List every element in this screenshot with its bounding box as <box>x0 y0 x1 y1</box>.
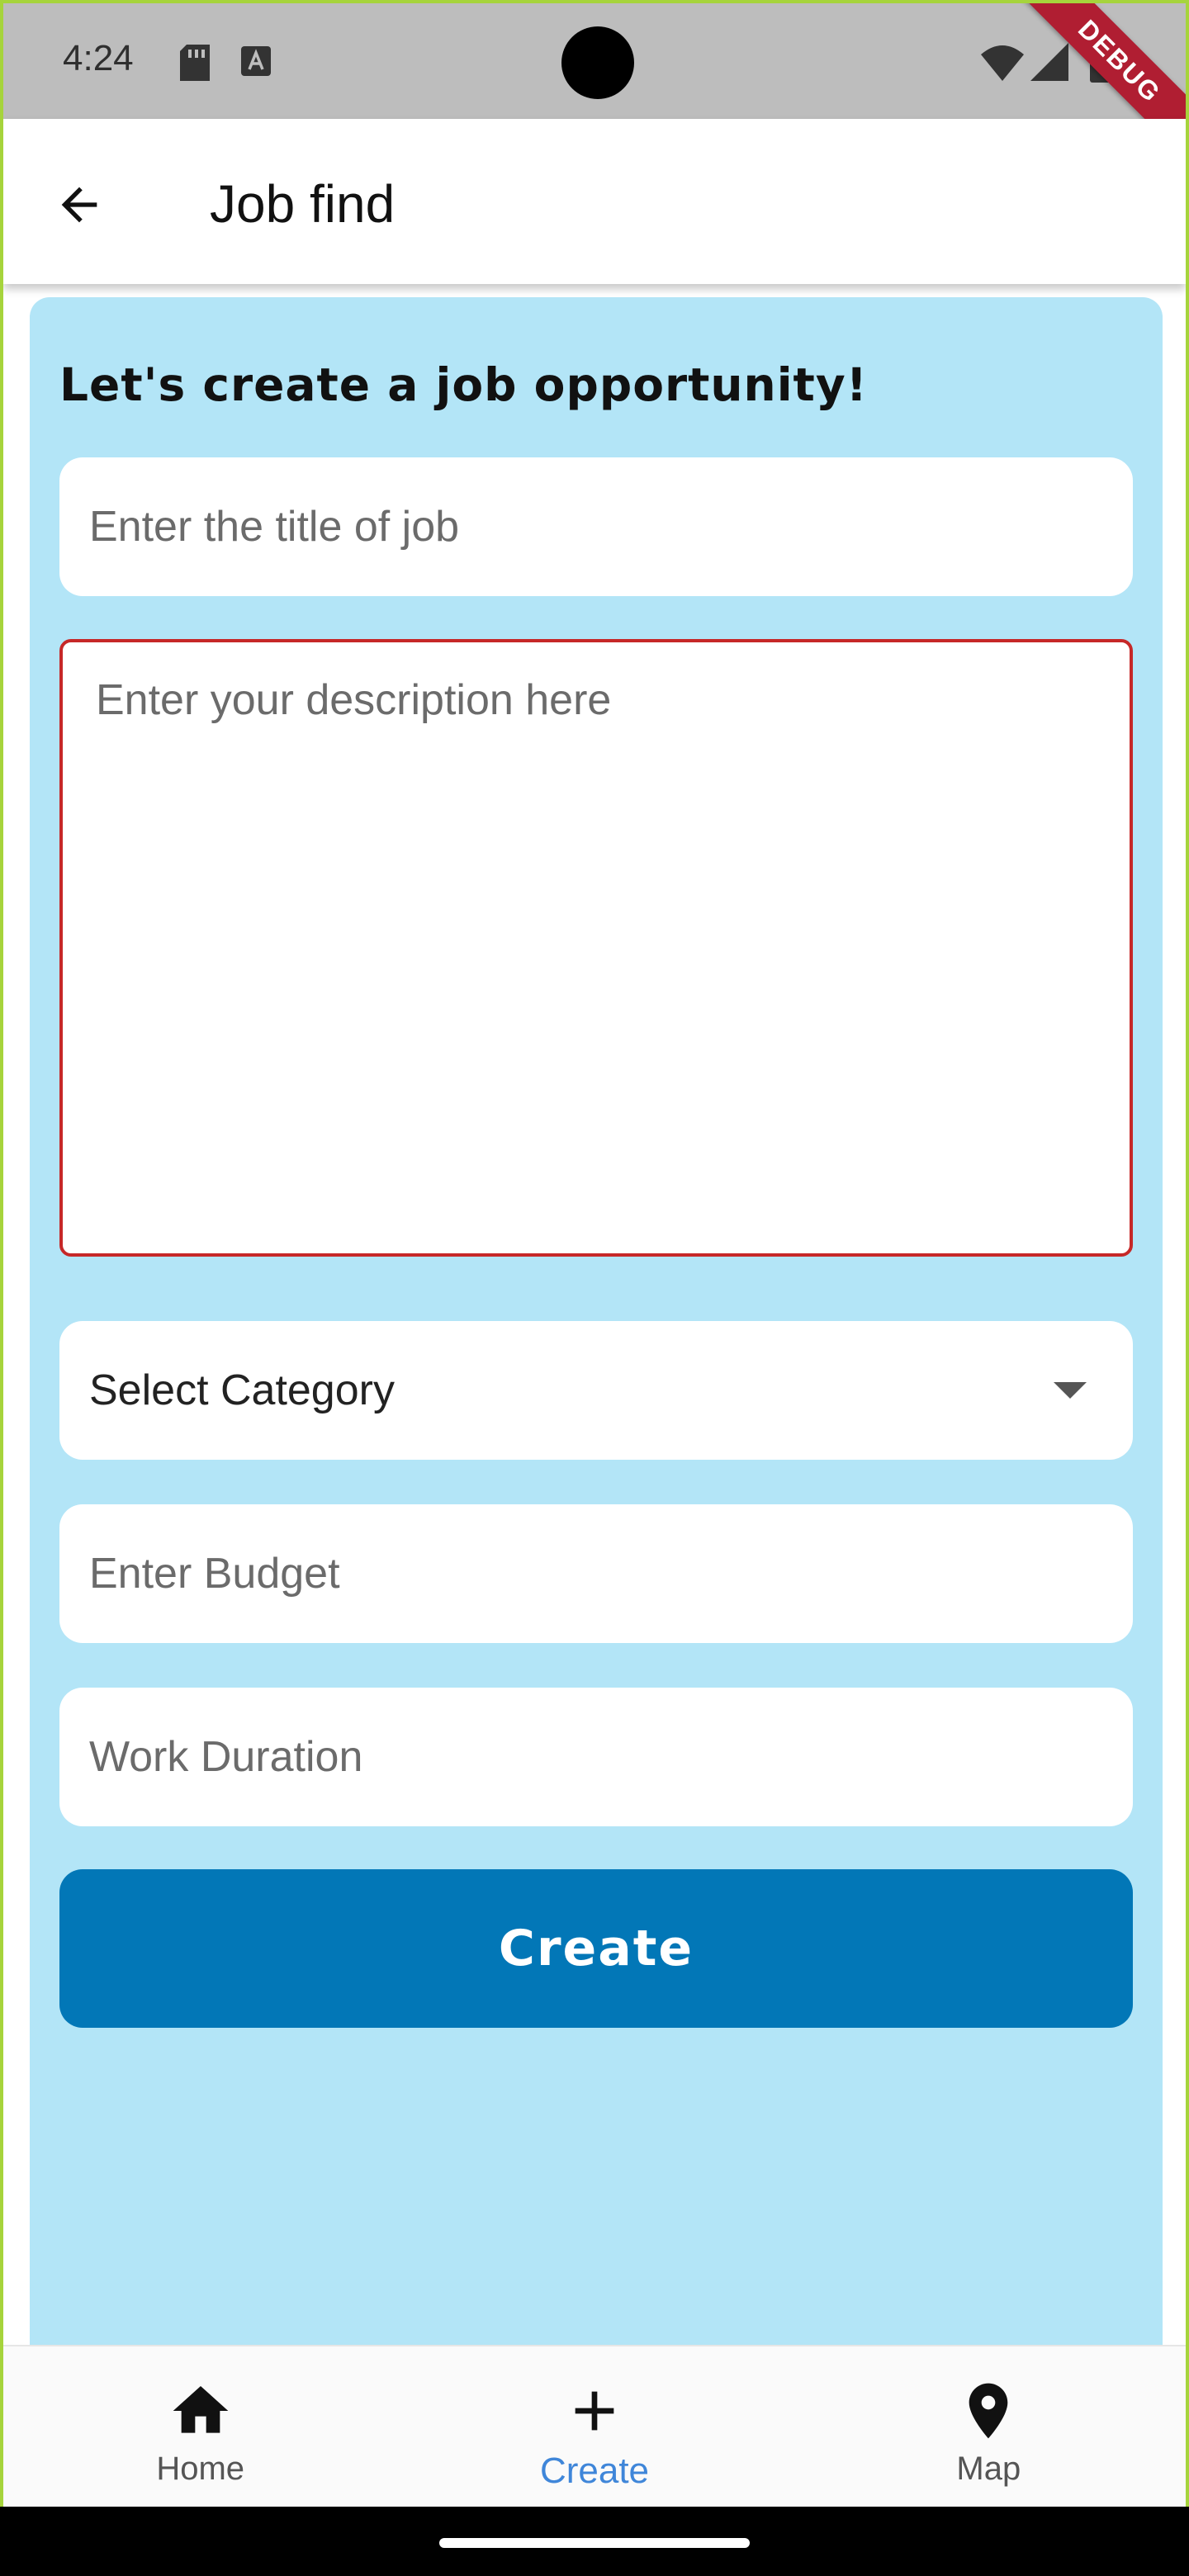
category-selected-value: Select Category <box>89 1366 395 1414</box>
nav-item-map[interactable]: Map <box>792 2346 1186 2507</box>
nav-label-home: Home <box>156 2451 245 2487</box>
status-time: 4:24 <box>63 38 134 78</box>
device-frame: 4:24 DEBUG Job find Let's create a job o… <box>0 0 1189 2507</box>
category-dropdown[interactable]: Select Category <box>59 1321 1133 1460</box>
nav-label-create: Create <box>539 2451 650 2491</box>
nav-item-home[interactable]: Home <box>3 2346 397 2507</box>
nav-item-create[interactable]: Create <box>397 2346 791 2507</box>
back-button[interactable] <box>40 165 119 244</box>
create-job-form: Let's create a job opportunity! Select C… <box>30 297 1163 2378</box>
bottom-navigation: Home Create Map <box>3 2345 1186 2507</box>
nav-label-map: Map <box>956 2451 1021 2487</box>
text-a-icon <box>241 46 271 80</box>
form-heading: Let's create a job opportunity! <box>59 358 868 411</box>
home-icon <box>173 2386 228 2433</box>
budget-input[interactable] <box>59 1504 1133 1643</box>
arrow-back-icon <box>61 187 97 223</box>
create-button[interactable]: Create <box>59 1869 1133 2028</box>
job-title-input[interactable] <box>59 457 1133 596</box>
gesture-navigation-bar[interactable] <box>439 2538 750 2548</box>
map-pin-icon <box>969 2383 1008 2439</box>
plus-icon <box>575 2391 614 2431</box>
sd-card-icon <box>180 45 210 85</box>
app-bar: Job find <box>3 119 1186 284</box>
description-textarea[interactable] <box>59 639 1133 1257</box>
dropdown-arrow-icon <box>1054 1382 1087 1399</box>
wifi-icon <box>981 45 1024 85</box>
work-duration-input[interactable] <box>59 1688 1133 1826</box>
status-bar: 4:24 DEBUG <box>3 3 1186 171</box>
page-title: Job find <box>210 174 396 234</box>
camera-cutout <box>561 26 634 99</box>
cellular-signal-icon <box>1030 43 1068 85</box>
